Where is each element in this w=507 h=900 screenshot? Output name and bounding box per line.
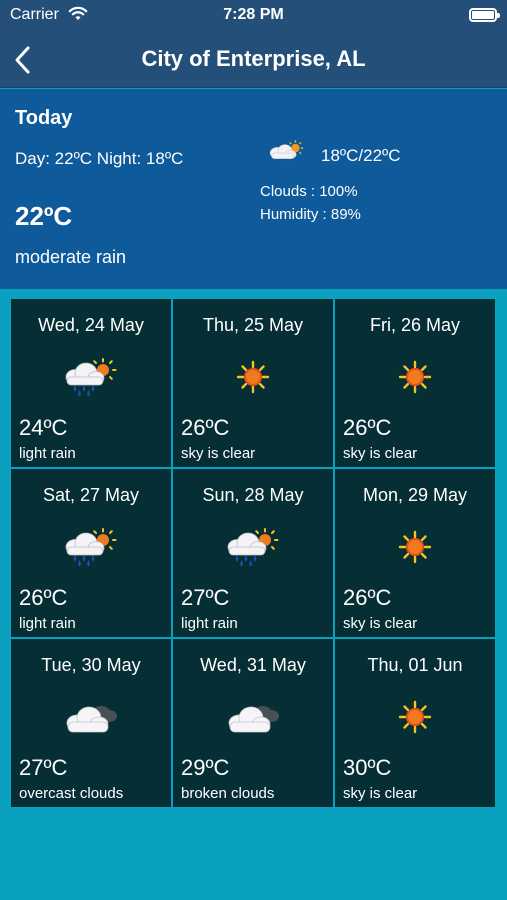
sun-icon [385,527,445,567]
forecast-date: Sat, 27 May [42,485,140,505]
rain-sun-icon [269,140,304,167]
today-temperature: 22ºC [15,201,73,231]
nav-bar: City of Enterprise, AL [0,32,507,88]
forecast-date: Thu, 01 Jun [367,655,463,675]
forecast-grid: Wed, 24 May 24ºC light rain Thu, 25 May … [11,299,497,807]
today-title: Today [15,107,73,129]
forecast-day-cell[interactable]: Sat, 27 May 26ºC light rain [11,469,171,637]
forecast-day-cell[interactable]: Thu, 25 May 26ºC sky is clear [173,299,333,467]
battery-icon [469,8,500,22]
forecast-day-cell[interactable]: Wed, 31 May 29ºC broken clouds [173,639,333,807]
forecast-description: sky is clear [343,615,418,632]
forecast-temperature: 24ºC [19,415,68,440]
forecast-temperature: 27ºC [19,755,68,780]
rain-sun-icon [61,357,121,397]
forecast-date: Mon, 29 May [362,485,468,505]
forecast-description: sky is clear [343,445,418,462]
today-range: 18ºC/22ºC [321,146,401,165]
status-bar: Carrier 7:28 PM [0,0,507,32]
clouds-icon [61,697,121,737]
sun-icon [223,357,283,397]
forecast-temperature: 30ºC [343,755,392,780]
forecast-temperature: 26ºC [343,415,392,440]
today-day-night: Day: 22ºC Night: 18ºC [15,149,184,168]
today-humidity: Humidity : 89% [260,206,361,223]
forecast-date: Thu, 25 May [202,315,304,335]
today-description: moderate rain [15,247,127,267]
forecast-temperature: 26ºC [19,585,68,610]
status-time: 7:28 PM [223,6,284,23]
forecast-date: Wed, 31 May [200,655,306,675]
forecast-day-cell[interactable]: Sun, 28 May 27ºC light rain [173,469,333,637]
forecast-description: light rain [181,615,238,632]
forecast-date: Tue, 30 May [41,655,141,675]
forecast-date: Wed, 24 May [38,315,144,335]
forecast-description: sky is clear [343,785,418,802]
forecast-day-cell[interactable]: Fri, 26 May 26ºC sky is clear [335,299,495,467]
forecast-day-cell[interactable]: Tue, 30 May 27ºC overcast clouds [11,639,171,807]
today-panel: Today Day: 22ºC Night: 18ºC 22ºC moderat… [0,89,507,289]
sun-icon [385,697,445,737]
forecast-description: overcast clouds [19,785,124,802]
today-clouds: Clouds : 100% [260,183,358,200]
forecast-temperature: 29ºC [181,755,230,780]
forecast-description: broken clouds [181,785,275,802]
page-title: City of Enterprise, AL [141,46,366,71]
forecast-day-cell[interactable]: Mon, 29 May 26ºC sky is clear [335,469,495,637]
forecast-date: Sun, 28 May [202,485,304,505]
forecast-temperature: 26ºC [181,415,230,440]
forecast-description: sky is clear [181,445,256,462]
forecast-day-cell[interactable]: Thu, 01 Jun 30ºC sky is clear [335,639,495,807]
clouds-icon [223,697,283,737]
forecast-day-cell[interactable]: Wed, 24 May 24ºC light rain [11,299,171,467]
forecast-description: light rain [19,445,76,462]
sun-icon [385,357,445,397]
forecast-temperature: 27ºC [181,585,230,610]
forecast-description: light rain [19,615,76,632]
rain-sun-icon [61,527,121,567]
rain-sun-icon [223,527,283,567]
forecast-date: Fri, 26 May [369,315,461,335]
forecast-temperature: 26ºC [343,585,392,610]
